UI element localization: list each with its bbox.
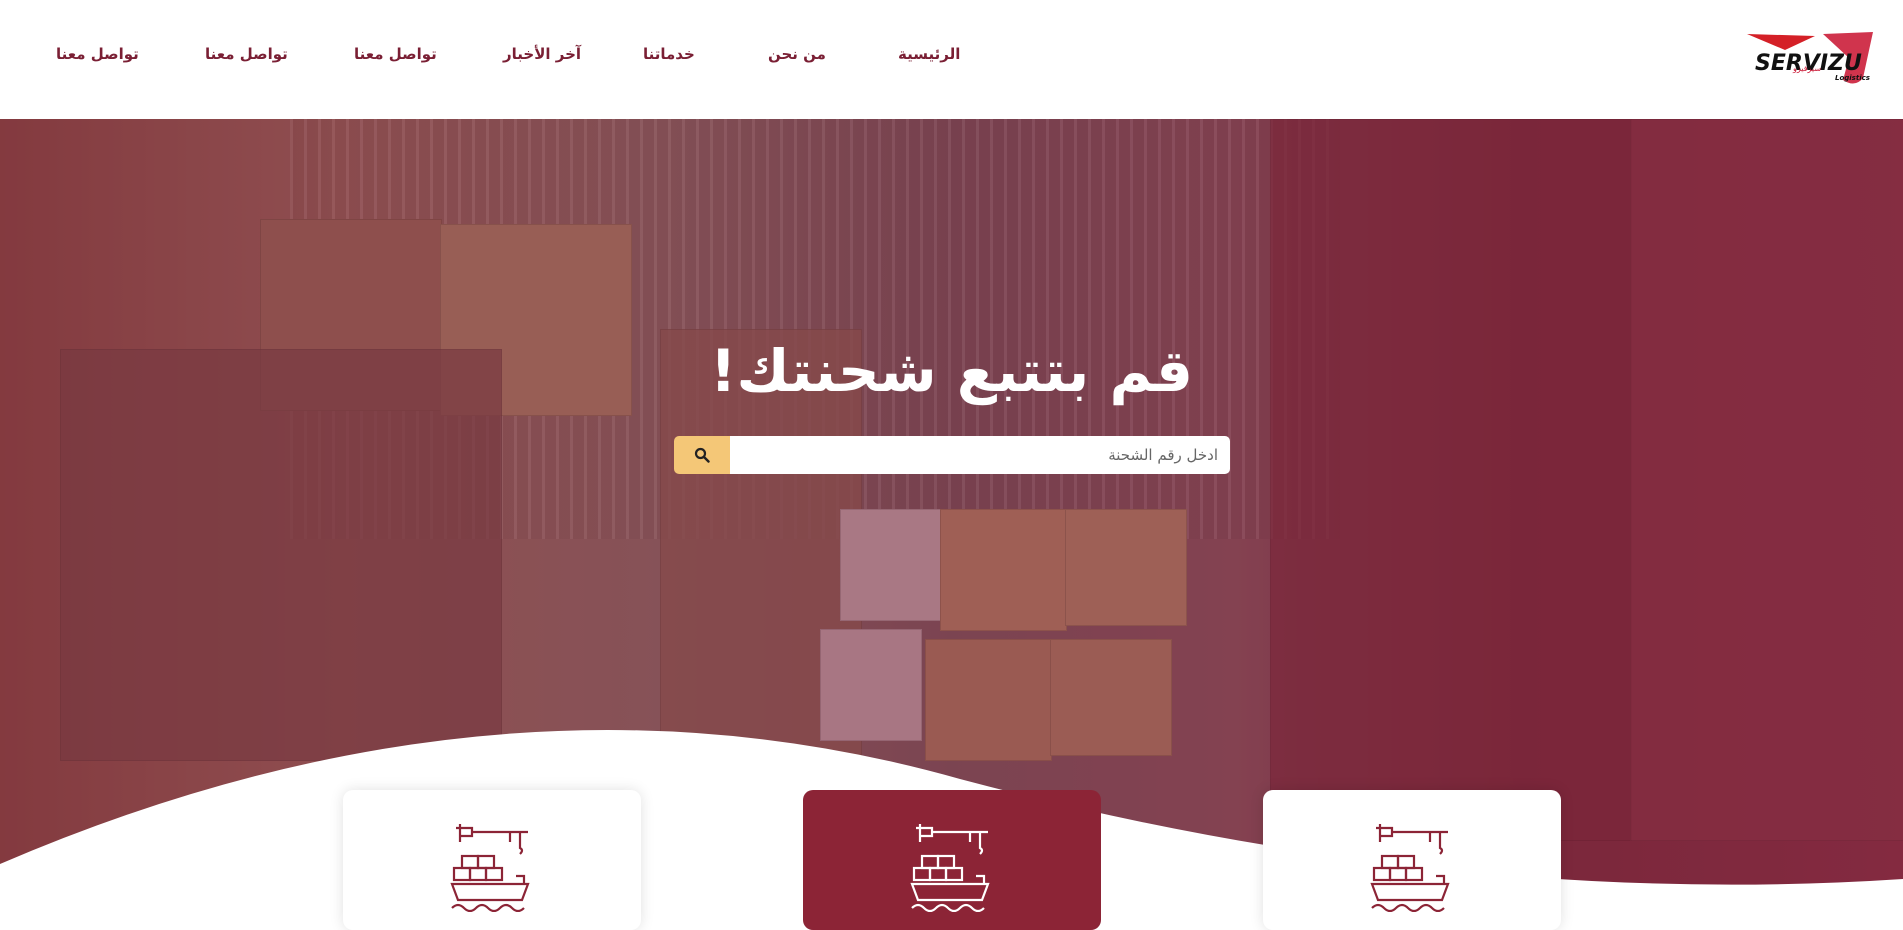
cargo-ship-icon — [1370, 824, 1450, 912]
cargo-ship-icon — [910, 824, 990, 912]
service-card[interactable] — [1263, 790, 1561, 930]
nav-contact-2[interactable]: تواصل معنا — [205, 45, 288, 63]
search-button[interactable] — [674, 436, 730, 474]
nav-contact[interactable]: تواصل معنا — [354, 45, 437, 63]
nav-services[interactable]: خدماتنا — [643, 45, 695, 63]
nav-contact-3[interactable]: تواصل معنا — [56, 45, 139, 63]
hero-bottom-wave — [0, 730, 1903, 903]
service-card-highlighted[interactable] — [803, 790, 1101, 930]
nav-about[interactable]: من نحن — [768, 45, 826, 63]
tracking-search — [674, 436, 1230, 474]
hero-section — [0, 119, 1903, 903]
service-card[interactable] — [343, 790, 641, 930]
servizu-logo[interactable]: SERVIZU سيرفيزو Logistics — [1745, 28, 1875, 88]
hero-title: قم بتتبع شحنتك! — [710, 337, 1193, 405]
site-header: الرئيسية من نحن خدماتنا آخر الأخبار تواص… — [0, 0, 1903, 119]
svg-text:سيرفيزو: سيرفيزو — [1792, 64, 1821, 73]
search-icon — [694, 447, 710, 463]
tracking-number-input[interactable] — [730, 436, 1230, 474]
nav-home[interactable]: الرئيسية — [898, 45, 960, 63]
nav-news[interactable]: آخر الأخبار — [503, 45, 581, 63]
cargo-ship-icon — [450, 824, 530, 912]
svg-text:Logistics: Logistics — [1835, 74, 1870, 82]
